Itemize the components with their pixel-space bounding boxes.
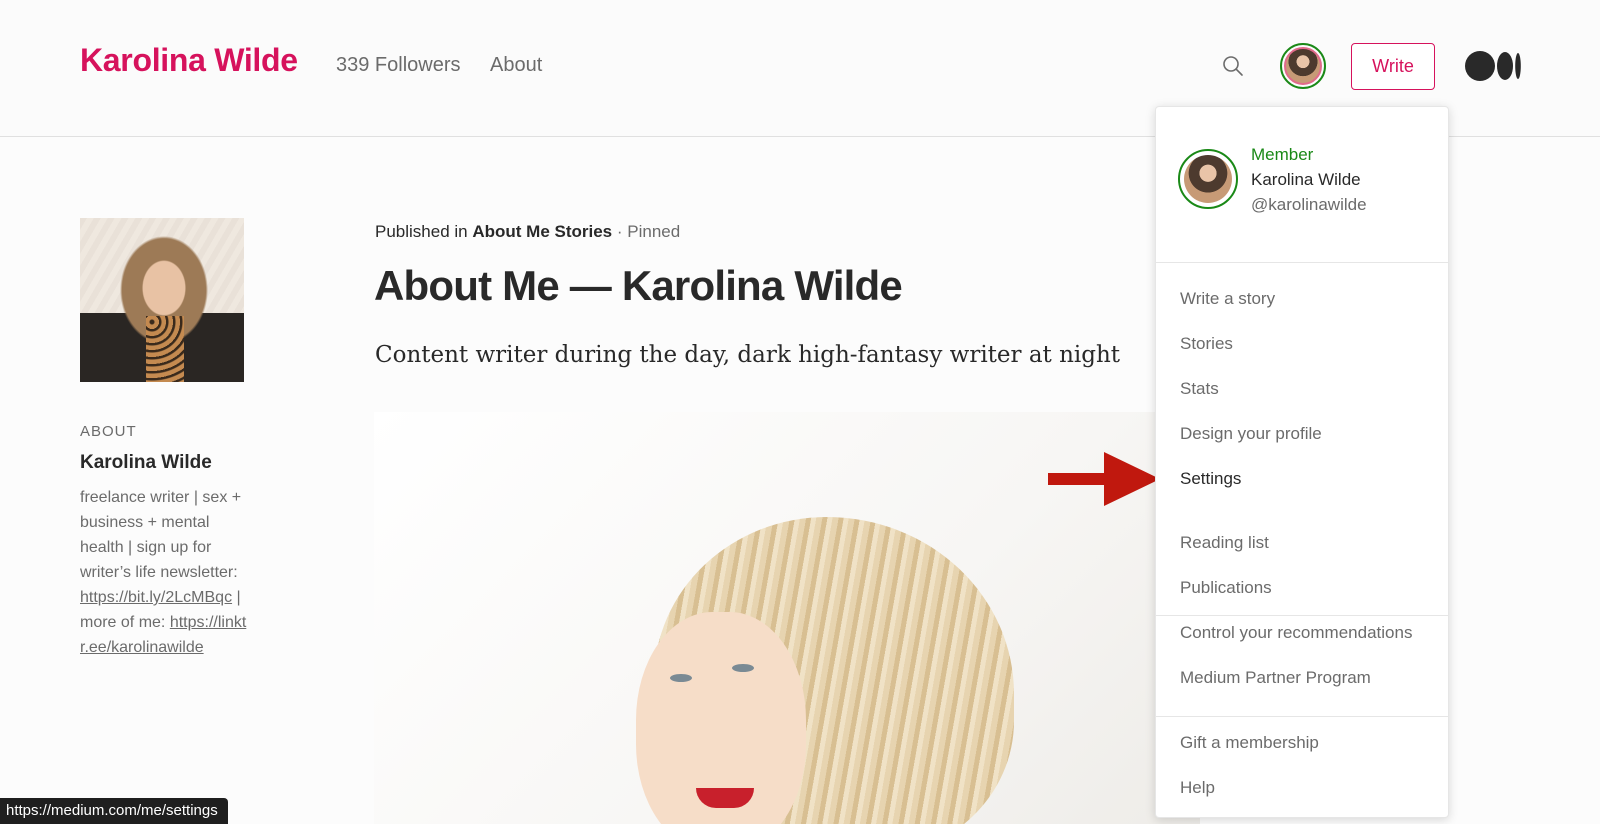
profile-brand-title[interactable]: Karolina Wilde [80, 42, 298, 79]
status-bar-url: https://medium.com/me/settings [0, 798, 228, 824]
avatar [1284, 47, 1322, 85]
menu-item-gift-membership[interactable]: Gift a membership [1180, 733, 1319, 753]
dropdown-user-handle: @karolinawilde [1251, 195, 1367, 214]
menu-item-stats[interactable]: Stats [1180, 379, 1219, 399]
about-heading: ABOUT [80, 423, 137, 440]
about-name: Karolina Wilde [80, 452, 212, 473]
menu-item-reading-list[interactable]: Reading list [1180, 533, 1269, 553]
menu-item-design-profile[interactable]: Design your profile [1180, 424, 1322, 444]
menu-item-publications[interactable]: Publications [1180, 578, 1272, 598]
profile-photo [80, 218, 244, 382]
dropdown-section-2: Reading list Publications Control your r… [1156, 511, 1448, 717]
avatar [1178, 149, 1238, 209]
article-title[interactable]: About Me — Karolina Wilde [374, 262, 903, 310]
about-link[interactable]: About [490, 54, 542, 77]
pinned-label: · Pinned [612, 222, 681, 241]
publication-line: Published in About Me Stories · Pinned [375, 222, 681, 241]
medium-logo-icon[interactable] [1465, 51, 1521, 81]
article-subtitle: Content writer during the day, dark high… [375, 342, 1121, 368]
menu-item-partner-program[interactable]: Medium Partner Program [1180, 668, 1371, 688]
menu-item-control-recommendations[interactable]: Control your recommendations [1180, 623, 1412, 643]
menu-item-settings[interactable]: Settings [1180, 469, 1241, 489]
profile-dropdown-menu: Member Karolina Wilde @karolinawilde Wri… [1155, 106, 1449, 818]
menu-item-stories[interactable]: Stories [1180, 334, 1233, 354]
dropdown-user-card[interactable]: Member Karolina Wilde @karolinawilde [1156, 107, 1448, 263]
annotation-arrow-icon [1048, 452, 1160, 506]
followers-link[interactable]: 339 Followers [336, 54, 461, 77]
member-badge: Member [1251, 145, 1314, 164]
bio-link-bitly[interactable]: https://bit.ly/2LcMBqc [80, 589, 232, 606]
about-bio: freelance writer | sex + business + ment… [80, 485, 248, 660]
menu-item-write-story[interactable]: Write a story [1180, 289, 1275, 309]
dropdown-section-3: Gift a membership Help [1156, 711, 1448, 817]
dropdown-user-name: Karolina Wilde [1251, 170, 1361, 189]
user-avatar-button[interactable] [1280, 43, 1326, 89]
bio-text: freelance writer | sex + business + ment… [80, 489, 242, 581]
publication-link[interactable]: About Me Stories [472, 222, 612, 241]
write-button[interactable]: Write [1351, 43, 1435, 90]
search-icon[interactable] [1221, 54, 1245, 78]
menu-item-help[interactable]: Help [1180, 778, 1215, 798]
